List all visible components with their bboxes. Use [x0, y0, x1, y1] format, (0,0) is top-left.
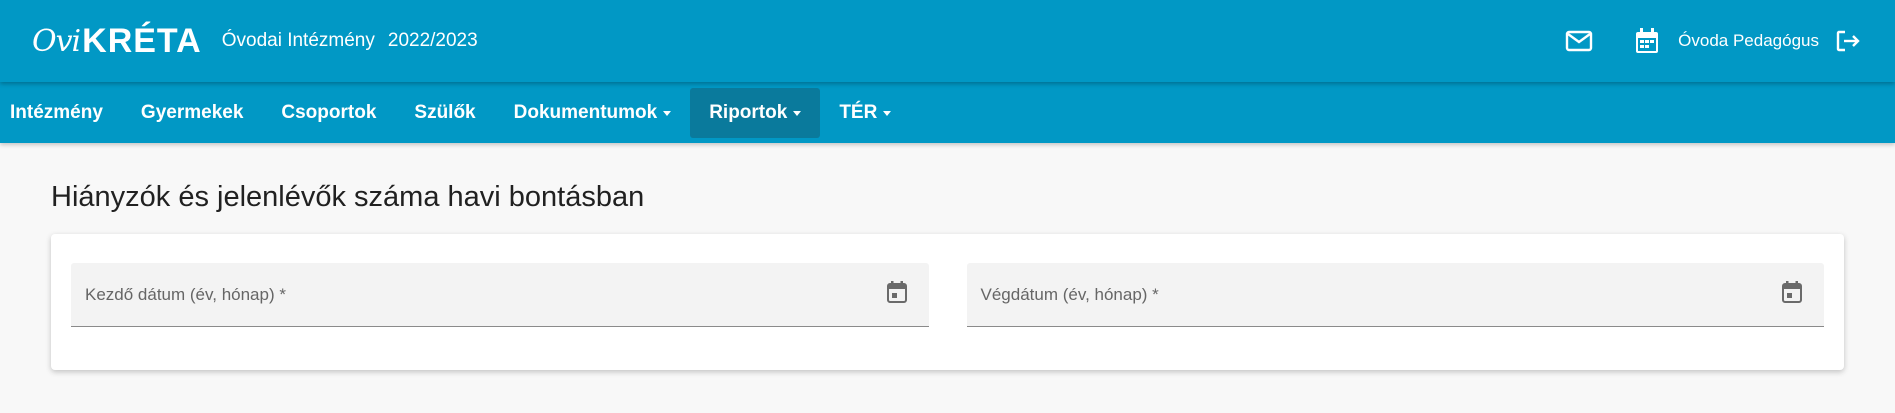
ovi-kreta-logo[interactable]: Ovi KRÉTA — [32, 22, 202, 61]
institution-name: Óvodai Intézmény — [221, 30, 375, 51]
calendar-icon[interactable] — [1782, 281, 1802, 308]
user-name[interactable]: Óvoda Pedagógus — [1678, 31, 1819, 51]
nav-item-dokumentumok[interactable]: Dokumentumok — [495, 88, 691, 138]
nav-item-label: TÉR — [839, 101, 878, 123]
end-date-field[interactable]: Végdátum (év, hónap) * — [966, 263, 1824, 327]
caret-down-icon — [883, 111, 892, 116]
main-nav: Intézmény Gyermekek Csoportok Szülők Dok… — [0, 82, 1895, 143]
nav-item-label: Szülők — [414, 101, 476, 123]
calendar-icon[interactable] — [886, 281, 907, 308]
nav-item-label: Intézmény — [10, 101, 103, 123]
logo-ovi-text: Ovi — [32, 23, 81, 59]
school-year: 2022/2023 — [387, 30, 478, 51]
logout-icon[interactable] — [1831, 24, 1865, 58]
nav-item-intezmeny[interactable]: Intézmény — [0, 88, 122, 138]
main-content: Hiányzók és jelenlévők száma havi bontás… — [0, 181, 1895, 370]
caret-down-icon — [663, 111, 672, 116]
nav-item-csoportok[interactable]: Csoportok — [262, 88, 395, 138]
nav-item-label: Gyermekek — [140, 101, 244, 123]
nav-item-riportok[interactable]: Riportok — [690, 87, 821, 138]
end-date-label: Végdátum (év, hónap) * — [980, 284, 1159, 304]
app-header: Ovi KRÉTA Óvodai Intézmény 2022/2023 Óvo… — [0, 0, 1895, 82]
header-actions: Óvoda Pedagógus — [1562, 24, 1865, 58]
nav-item-label: Dokumentumok — [513, 101, 658, 123]
nav-item-label: Csoportok — [281, 101, 377, 123]
page-title: Hiányzók és jelenlévők száma havi bontás… — [51, 181, 645, 213]
date-filter-card: Kezdő dátum (év, hónap) * Végdátum (év, … — [51, 234, 1844, 370]
start-date-label: Kezdő dátum (év, hónap) * — [85, 284, 286, 304]
caret-down-icon — [793, 111, 802, 116]
nav-item-szulok[interactable]: Szülők — [395, 88, 494, 138]
mail-icon[interactable] — [1562, 24, 1596, 58]
nav-item-ter[interactable]: TÉR — [820, 88, 910, 138]
logo-kreta-text: KRÉTA — [82, 21, 202, 60]
nav-item-label: Riportok — [709, 101, 788, 123]
start-date-field[interactable]: Kezdő dátum (év, hónap) * — [71, 263, 929, 327]
calendar-icon[interactable] — [1630, 24, 1664, 58]
nav-item-gyermekek[interactable]: Gyermekek — [122, 88, 262, 138]
